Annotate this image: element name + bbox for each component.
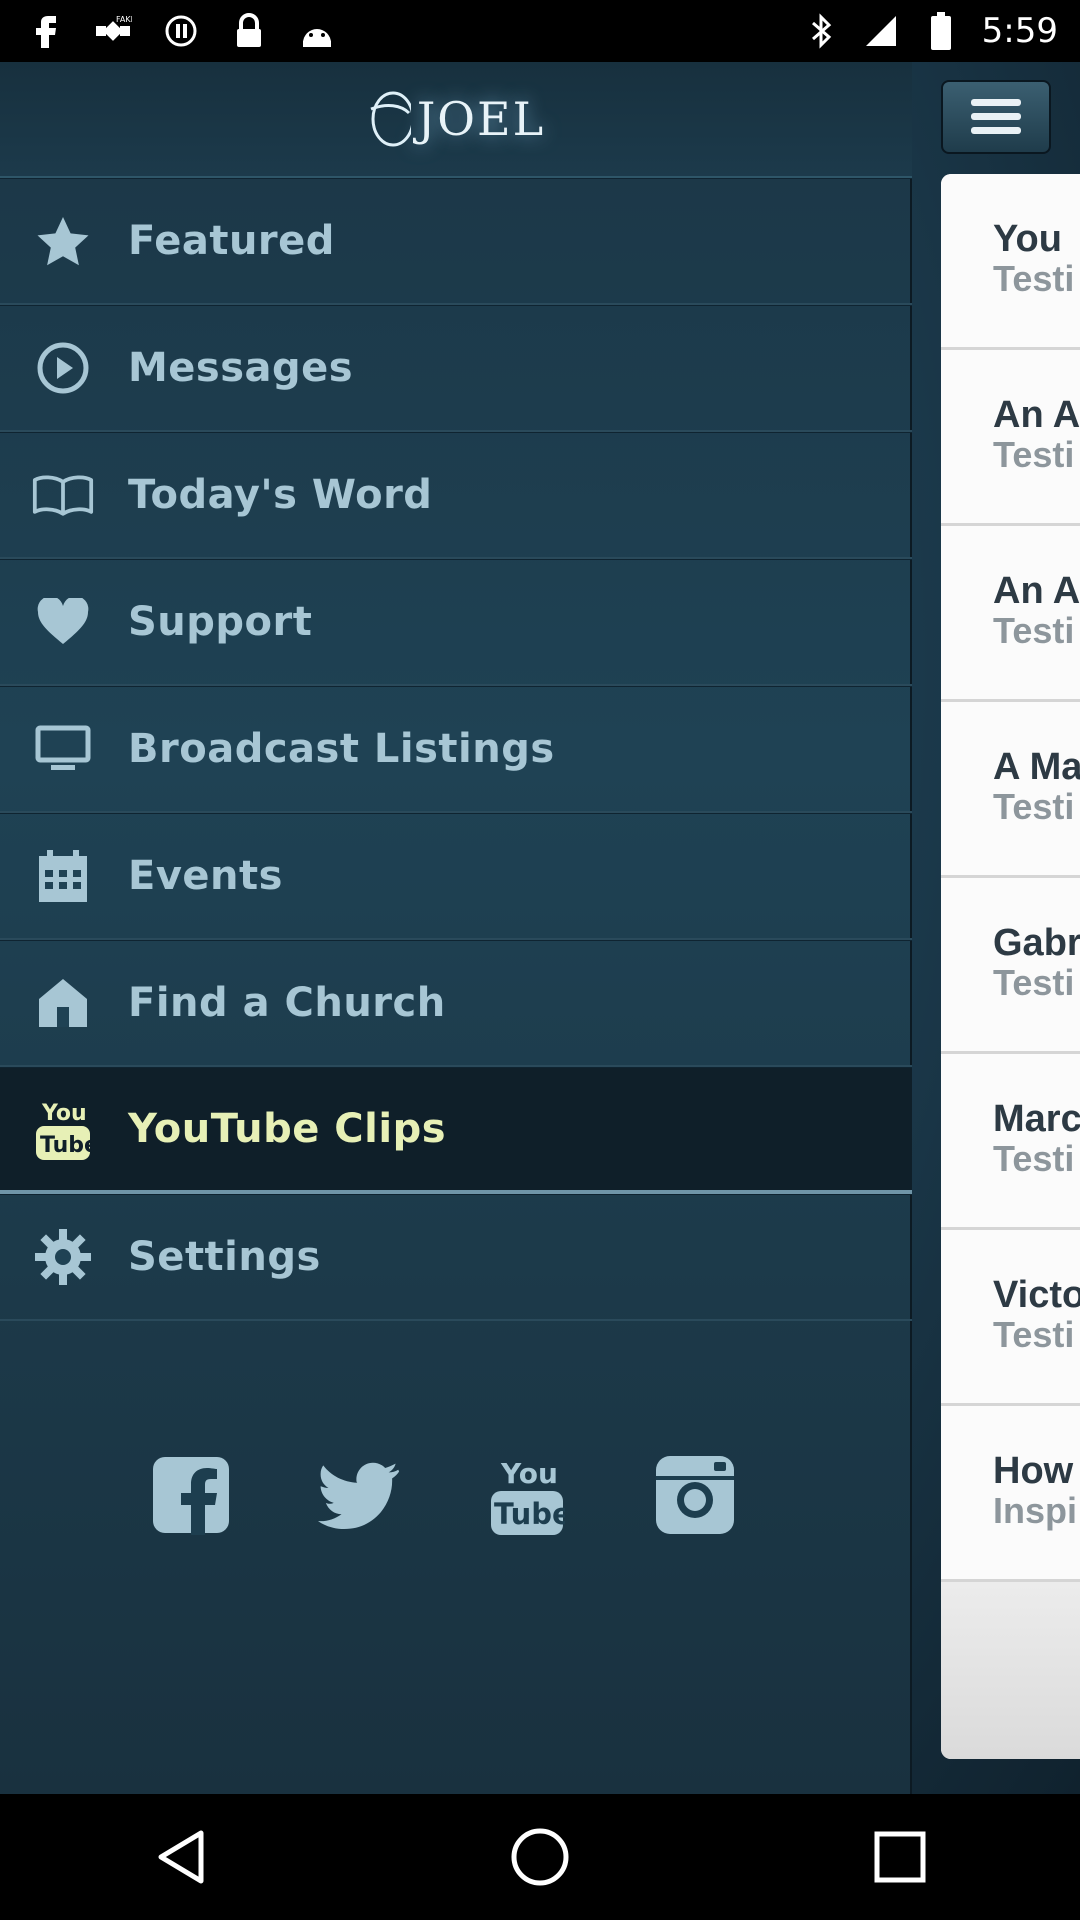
lock-icon: [230, 12, 268, 50]
twitter-icon[interactable]: [318, 1454, 400, 1536]
list-item-title: Gabr: [993, 922, 1080, 964]
menu-item-label: Events: [128, 853, 283, 899]
calendar-icon: [32, 845, 94, 907]
menu-item-youtube-clips[interactable]: You Tube YouTube Clips: [0, 1067, 912, 1194]
menu-list: Featured Messages Today's Word Support B…: [0, 178, 912, 1321]
facebook-icon[interactable]: [150, 1454, 232, 1536]
facebook-notification-icon: [26, 12, 64, 50]
play-icon: [32, 337, 94, 399]
list-item-title: A Ma: [993, 746, 1080, 788]
heart-icon: [32, 591, 94, 653]
home-button[interactable]: [505, 1822, 575, 1892]
app-logo: JOEL: [367, 89, 545, 149]
list-item-title: You: [993, 218, 1062, 260]
list-item-subtitle: Testi: [993, 258, 1075, 299]
logo-text: JOEL: [416, 92, 546, 146]
list-item-subtitle: Testi: [993, 1314, 1075, 1355]
youtube-icon: You Tube: [32, 1098, 94, 1160]
list-item[interactable]: An A Testi: [941, 526, 1080, 702]
menu-item-label: Support: [128, 599, 313, 645]
social-links: You Tube: [150, 1454, 736, 1536]
navigation-drawer: JOEL Featured Messages Today's Word Supp…: [0, 62, 912, 1794]
app-screen: You Testi An A Testi An A Testi A Ma Tes…: [0, 62, 1080, 1794]
signal-icon: [862, 12, 900, 50]
menu-item-support[interactable]: Support: [0, 559, 912, 686]
list-item-title: An A: [993, 394, 1080, 436]
list-item-subtitle: Inspi: [993, 1490, 1078, 1531]
list-item[interactable]: Victo Testi: [941, 1230, 1080, 1406]
back-button[interactable]: [145, 1822, 215, 1892]
status-time: 5:59: [981, 11, 1058, 51]
logo-mark-icon: [370, 91, 411, 147]
menu-button[interactable]: [941, 80, 1051, 154]
svg-text:You: You: [500, 1457, 558, 1490]
menu-item-label: YouTube Clips: [128, 1106, 447, 1152]
list-item[interactable]: Gabr Testi: [941, 878, 1080, 1054]
list-item-subtitle: Testi: [993, 962, 1075, 1003]
list-item[interactable]: An A Testi: [941, 350, 1080, 526]
content-list-peek: You Testi An A Testi An A Testi A Ma Tes…: [941, 174, 1080, 1759]
list-item-subtitle: Testi: [993, 610, 1075, 651]
list-item-title: Victo: [993, 1274, 1080, 1316]
menu-item-events[interactable]: Events: [0, 813, 912, 940]
instagram-icon[interactable]: [654, 1454, 736, 1536]
menu-item-featured[interactable]: Featured: [0, 178, 912, 305]
status-bar: FAKE 5:59: [0, 0, 1080, 62]
media-icon: [162, 12, 200, 50]
svg-text:FAKE: FAKE: [116, 15, 132, 24]
gear-icon: [32, 1226, 94, 1288]
list-item[interactable]: How Inspi: [941, 1406, 1080, 1582]
menu-item-label: Broadcast Listings: [128, 726, 555, 772]
list-footer: [941, 1582, 1080, 1759]
menu-item-messages[interactable]: Messages: [0, 305, 912, 432]
menu-item-label: Find a Church: [128, 980, 446, 1026]
menu-item-label: Messages: [128, 345, 354, 391]
menu-item-find-a-church[interactable]: Find a Church: [0, 940, 912, 1067]
list-item[interactable]: You Testi: [941, 174, 1080, 350]
drawer-header: JOEL: [0, 62, 912, 178]
hamburger-icon: [971, 99, 1021, 134]
android-icon: [298, 12, 336, 50]
menu-item-todays-word[interactable]: Today's Word: [0, 432, 912, 559]
star-icon: [32, 210, 94, 272]
list-item[interactable]: Marc Testi: [941, 1054, 1080, 1230]
list-item-subtitle: Testi: [993, 786, 1075, 827]
fake-gps-icon: FAKE: [94, 12, 132, 50]
system-nav-bar: [0, 1794, 1080, 1920]
menu-item-settings[interactable]: Settings: [0, 1194, 912, 1321]
list-item-title: Marc: [993, 1098, 1080, 1140]
list-item-title: An A: [993, 570, 1080, 612]
youtube-social-icon[interactable]: You Tube: [486, 1454, 568, 1536]
book-icon: [32, 464, 94, 526]
menu-item-label: Settings: [128, 1234, 321, 1280]
svg-text:Tube: Tube: [494, 1497, 565, 1531]
list-item[interactable]: A Ma Testi: [941, 702, 1080, 878]
menu-item-broadcast-listings[interactable]: Broadcast Listings: [0, 686, 912, 813]
svg-text:Tube: Tube: [40, 1133, 92, 1158]
battery-icon: [922, 12, 960, 50]
list-item-title: How: [993, 1450, 1074, 1492]
svg-text:You: You: [41, 1101, 87, 1126]
list-item-subtitle: Testi: [993, 1138, 1075, 1179]
recents-button[interactable]: [865, 1822, 935, 1892]
tv-icon: [32, 718, 94, 780]
menu-item-label: Featured: [128, 218, 335, 264]
list-item-subtitle: Testi: [993, 434, 1075, 475]
bluetooth-icon: [802, 12, 840, 50]
house-icon: [32, 972, 94, 1034]
menu-item-label: Today's Word: [128, 472, 433, 518]
